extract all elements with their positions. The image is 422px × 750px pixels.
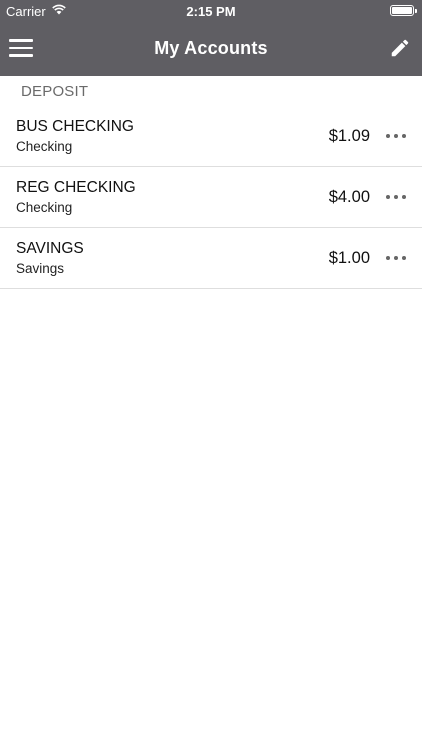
- page-title: My Accounts: [154, 38, 268, 58]
- account-type: Savings: [16, 261, 65, 276]
- status-bar: Carrier 2:15 PM: [0, 0, 422, 22]
- account-list: BUS CHECKING Checking $1.09 REG CHECKING…: [0, 106, 422, 289]
- more-options-icon[interactable]: [386, 250, 406, 266]
- account-type: Checking: [16, 139, 73, 154]
- account-row[interactable]: BUS CHECKING Checking $1.09: [0, 106, 422, 167]
- more-options-icon[interactable]: [386, 128, 406, 144]
- navigation-bar: My Accounts: [0, 22, 422, 76]
- account-name: SAVINGS: [16, 240, 84, 257]
- account-row[interactable]: SAVINGS Savings $1.00: [0, 228, 422, 289]
- battery-icon: [390, 5, 417, 16]
- more-options-icon[interactable]: [386, 189, 406, 205]
- account-balance: $1.00: [328, 249, 370, 267]
- account-name: REG CHECKING: [16, 179, 136, 196]
- screen: Carrier 2:15 PM My Accounts DEPOSIT BUS …: [0, 0, 422, 750]
- account-balance: $1.09: [328, 127, 370, 145]
- account-balance: $4.00: [328, 188, 370, 206]
- account-name: BUS CHECKING: [16, 118, 134, 135]
- status-time: 2:15 PM: [186, 4, 236, 19]
- account-type: Checking: [16, 200, 73, 215]
- section-header-deposit: DEPOSIT: [21, 83, 89, 100]
- account-row[interactable]: REG CHECKING Checking $4.00: [0, 167, 422, 228]
- pencil-icon[interactable]: [389, 37, 411, 59]
